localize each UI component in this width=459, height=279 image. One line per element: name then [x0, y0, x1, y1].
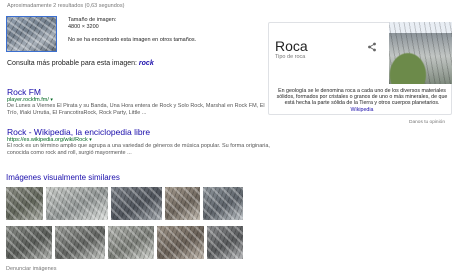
similar-image-thumbnail[interactable] [165, 187, 200, 220]
best-guess-link[interactable]: rock [139, 60, 154, 67]
feedback-link[interactable]: Danos tu opinión [409, 120, 445, 125]
knowledge-panel-subtitle: Tipo de roca [275, 54, 306, 60]
image-size-label: Tamaño de imagen: [68, 17, 117, 23]
no-other-sizes-text: No se ha encontrado esta imagen en otros… [68, 37, 197, 43]
image-size-value: 4800 × 3200 [68, 23, 99, 30]
share-icon[interactable] [367, 39, 377, 52]
best-guess: Consulta más probable para esta imagen: … [7, 60, 154, 67]
search-result: Rock FM player.rockfm.fm/ ▾ De Lunes a V… [7, 87, 272, 116]
knowledge-panel: Roca Tipo de roca En geología se le deno… [268, 22, 452, 115]
image-size-info: Tamaño de imagen: 4800 × 3200 [68, 17, 116, 30]
knowledge-panel-description-text: En geología se le denomina roca a cada u… [276, 88, 448, 107]
similar-image-thumbnail[interactable] [111, 187, 162, 220]
wikipedia-source-link[interactable]: Wikipedia [351, 107, 374, 113]
similar-image-thumbnail[interactable] [108, 226, 154, 259]
report-images-link[interactable]: Denunciar imágenes [6, 266, 56, 272]
knowledge-panel-description: En geología se le denomina roca a cada u… [275, 88, 449, 113]
similar-image-thumbnail[interactable] [6, 187, 43, 220]
best-guess-label: Consulta más probable para esta imagen: [7, 60, 137, 67]
similar-image-thumbnail[interactable] [207, 226, 243, 259]
result-title-link[interactable]: Rock FM [7, 87, 272, 97]
similar-image-thumbnail[interactable] [157, 226, 204, 259]
knowledge-panel-image[interactable] [389, 22, 452, 84]
similar-image-thumbnail[interactable] [203, 187, 243, 220]
query-image-thumbnail[interactable] [6, 16, 57, 52]
similar-images-heading[interactable]: Imágenes visualmente similares [6, 173, 120, 182]
results-stats: Aproximadamente 2 resultados (0,63 segun… [7, 3, 125, 9]
similar-image-thumbnail[interactable] [6, 226, 52, 259]
result-title-link[interactable]: Rock - Wikipedia, la enciclopedia libre [7, 127, 272, 137]
search-result: Rock - Wikipedia, la enciclopedia libre … [7, 127, 272, 156]
similar-image-thumbnail[interactable] [46, 187, 108, 220]
similar-image-thumbnail[interactable] [55, 226, 105, 259]
result-snippet: El rock es un término amplio que agrupa … [7, 143, 270, 156]
result-snippet: De Lunes a Viernes El Pirata y su Banda,… [7, 103, 265, 116]
knowledge-panel-title: Roca [275, 38, 308, 54]
